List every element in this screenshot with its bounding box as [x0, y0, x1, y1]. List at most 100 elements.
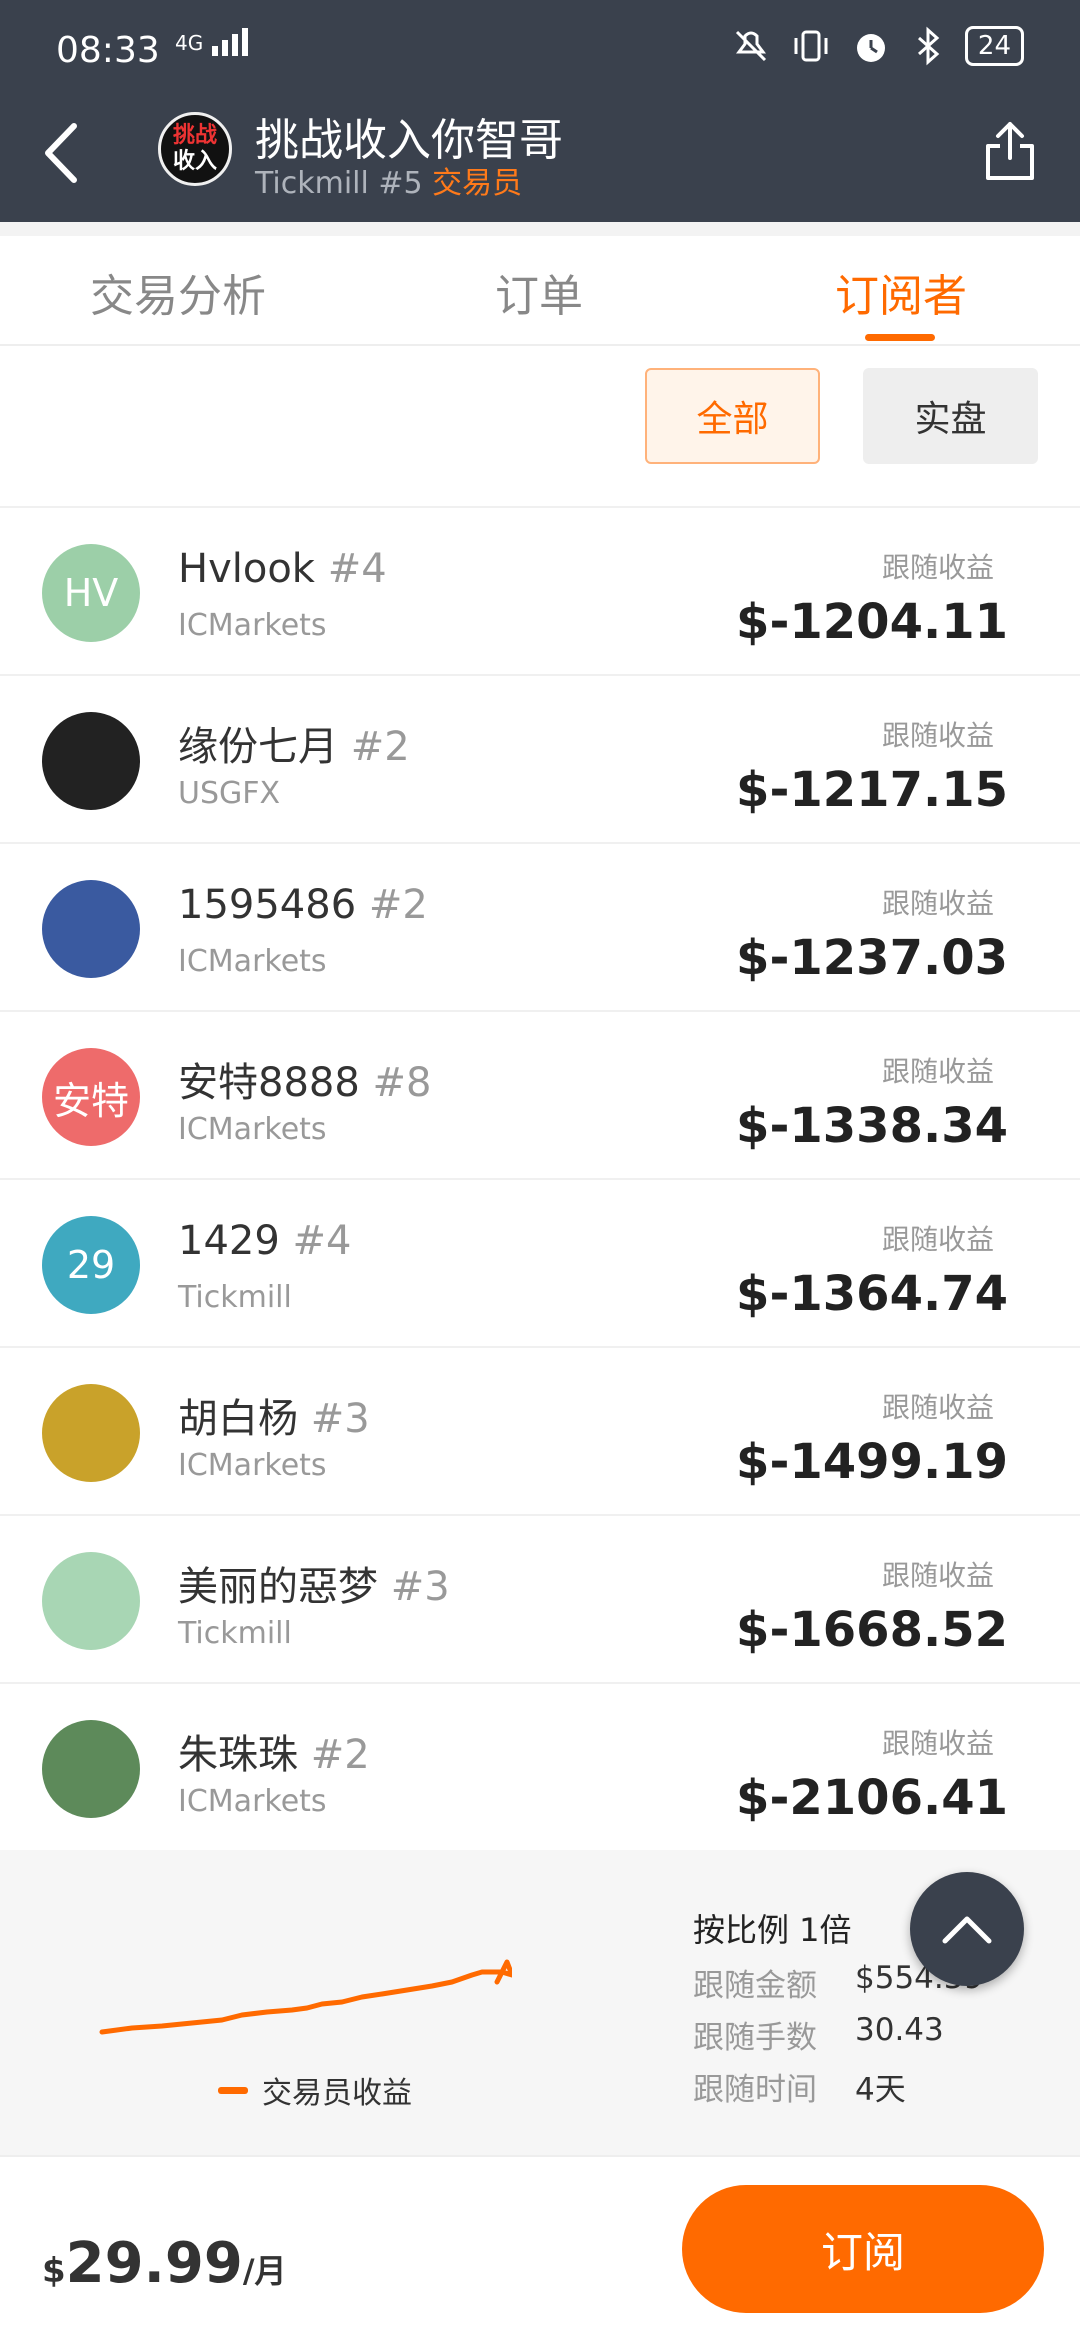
- subscriber-row[interactable]: 胡白杨 #3 ICMarkets 跟随收益 $-1499.19: [0, 1346, 1080, 1514]
- subscriber-broker: Tickmill: [178, 1616, 292, 1651]
- filter-real-button[interactable]: 实盘: [863, 368, 1038, 464]
- follow-profit-amount: $-1668.52: [736, 1602, 1008, 1658]
- trader-avatar-text-1: 挑战: [172, 123, 217, 148]
- trader-profit-sparkline: [99, 1959, 512, 2035]
- follow-time-row: 跟随时间 4天: [693, 2064, 906, 2109]
- follow-profit-amount: $-1237.03: [736, 930, 1008, 986]
- subscriber-broker: ICMarkets: [178, 1784, 327, 1819]
- subscriber-rank: #2: [310, 1732, 370, 1778]
- legend-swatch: [218, 2086, 248, 2094]
- chevron-up-icon: [942, 1916, 992, 1944]
- vibrate-icon: [794, 30, 828, 62]
- bluetooth-icon: [917, 26, 940, 66]
- subscriber-avatar[interactable]: 29: [42, 1216, 140, 1314]
- subscriber-name-text: 安特8888: [178, 1060, 360, 1106]
- follow-lots-row: 跟随手数 30.43: [693, 2012, 944, 2057]
- follow-profit-amount: $-1217.15: [736, 762, 1008, 818]
- subscriber-name-text: 朱珠珠: [178, 1732, 298, 1778]
- subscriber-name: 缘份七月 #2: [178, 714, 410, 772]
- summary-panel: 交易员收益 按比例 1倍 跟随金额 $554.39 跟随手数 30.43 跟随时…: [0, 1850, 1080, 2155]
- follow-amount-label: 跟随金额: [693, 1968, 817, 2004]
- tab-orders[interactable]: 订单: [495, 260, 583, 324]
- subscriber-row[interactable]: 29 1429 #4 Tickmill 跟随收益 $-1364.74: [0, 1178, 1080, 1346]
- tab-subscribers[interactable]: 订阅者: [835, 260, 967, 324]
- price-currency: $: [42, 2251, 66, 2291]
- subscriber-avatar[interactable]: HV: [42, 544, 140, 642]
- subscriber-row[interactable]: HV Hvlook #4 ICMarkets 跟随收益 $-1204.11: [0, 506, 1080, 674]
- subscriber-broker: ICMarkets: [178, 944, 327, 979]
- tab-analysis[interactable]: 交易分析: [90, 260, 266, 324]
- follow-time-label: 跟随时间: [693, 2072, 817, 2108]
- trader-avatar[interactable]: 挑战 收入: [158, 112, 232, 186]
- subscriber-avatar[interactable]: [42, 712, 140, 810]
- subscriber-name: 美丽的惡梦 #3: [178, 1554, 450, 1612]
- trader-role: 交易员: [432, 166, 523, 201]
- subscription-price: $29.99/月: [42, 2231, 287, 2296]
- follow-profit-label: 跟随收益: [881, 719, 994, 752]
- subscriber-broker: ICMarkets: [178, 1448, 327, 1483]
- subscriber-avatar[interactable]: [42, 1552, 140, 1650]
- signal-icon: [211, 28, 248, 56]
- mute-icon: [735, 30, 766, 62]
- subscriber-name-text: Hvlook: [178, 546, 315, 592]
- subscribe-button[interactable]: 订阅: [682, 2185, 1044, 2313]
- app-header: 08:33 4G 24 挑战 收入 挑战收入你智哥 Tickmill #5 交易…: [0, 0, 1080, 222]
- alarm-icon: [856, 34, 885, 62]
- status-time: 08:33: [56, 30, 160, 71]
- subscriber-row[interactable]: 美丽的惡梦 #3 Tickmill 跟随收益 $-1668.52: [0, 1514, 1080, 1682]
- subscriber-row[interactable]: 安特 安特8888 #8 ICMarkets 跟随收益 $-1338.34: [0, 1010, 1080, 1178]
- share-icon[interactable]: [982, 118, 1038, 184]
- trader-avatar-text-2: 收入: [172, 149, 217, 174]
- battery-indicator: 24: [964, 26, 1024, 66]
- follow-profit-label: 跟随收益: [881, 1223, 994, 1256]
- follow-profit-amount: $-1364.74: [736, 1266, 1008, 1322]
- subscriber-broker: ICMarkets: [178, 1112, 327, 1147]
- subscriber-rank: #8: [372, 1060, 432, 1106]
- subscriber-broker: USGFX: [178, 776, 281, 811]
- subscriber-rank: #3: [310, 1396, 370, 1442]
- subscriber-avatar[interactable]: [42, 1384, 140, 1482]
- filter-all-button[interactable]: 全部: [645, 368, 820, 464]
- subscriber-row[interactable]: 1595486 #2 ICMarkets 跟随收益 $-1237.03: [0, 842, 1080, 1010]
- subscriber-broker: Tickmill: [178, 1280, 292, 1315]
- network-type: 4G: [175, 31, 204, 55]
- status-bar: 08:33 4G 24: [0, 0, 1080, 100]
- follow-amount-row: 跟随金额 $554.39: [693, 1960, 983, 2005]
- scroll-top-button[interactable]: [910, 1872, 1024, 1986]
- follow-lots-value: 30.43: [855, 2012, 944, 2048]
- trader-subtitle: Tickmill #5 交易员: [255, 158, 522, 202]
- status-icons: 24: [731, 26, 1024, 66]
- subscriber-list[interactable]: HV Hvlook #4 ICMarkets 跟随收益 $-1204.11 缘份七月 #2…: [0, 506, 1080, 1850]
- subscribe-bar: $29.99/月 订阅: [0, 2155, 1080, 2340]
- subscriber-name: 朱珠珠 #2: [178, 1722, 370, 1780]
- subscriber-name: 胡白杨 #3: [178, 1386, 370, 1444]
- divider: [0, 222, 1080, 236]
- subscriber-row[interactable]: 缘份七月 #2 USGFX 跟随收益 $-1217.15: [0, 674, 1080, 842]
- subscriber-name-text: 美丽的惡梦: [178, 1564, 378, 1610]
- price-unit: /月: [242, 2252, 287, 2290]
- follow-profit-amount: $-1338.34: [736, 1098, 1008, 1154]
- follow-profit-label: 跟随收益: [881, 1727, 994, 1760]
- back-arrow-icon[interactable]: [38, 118, 86, 188]
- network-indicator: 4G: [175, 28, 254, 56]
- chart-legend: 交易员收益: [218, 2068, 412, 2112]
- follow-profit-label: 跟随收益: [881, 1055, 994, 1088]
- subscriber-rank: #2: [350, 724, 410, 770]
- subscriber-avatar[interactable]: [42, 880, 140, 978]
- subscriber-name: 安特8888 #8: [178, 1050, 431, 1108]
- follow-ratio: 按比例 1倍: [693, 1911, 852, 1949]
- filter-bar: 全部 实盘: [0, 348, 1080, 498]
- subscriber-avatar[interactable]: 安特: [42, 1048, 140, 1146]
- trader-broker-rank: Tickmill #5: [255, 166, 433, 201]
- subscriber-avatar[interactable]: [42, 1720, 140, 1818]
- subscriber-rank: #3: [390, 1564, 450, 1610]
- subscriber-broker: ICMarkets: [178, 608, 327, 643]
- follow-profit-label: 跟随收益: [881, 1559, 994, 1592]
- subscriber-name-text: 1429: [178, 1218, 280, 1264]
- subscriber-name-text: 胡白杨: [178, 1396, 298, 1442]
- follow-profit-amount: $-1499.19: [736, 1434, 1008, 1490]
- subscriber-row[interactable]: 朱珠珠 #2 ICMarkets 跟随收益 $-2106.41: [0, 1682, 1080, 1850]
- follow-profit-label: 跟随收益: [881, 551, 994, 584]
- price-amount: 29.99: [65, 2231, 243, 2296]
- follow-profit-label: 跟随收益: [881, 887, 994, 920]
